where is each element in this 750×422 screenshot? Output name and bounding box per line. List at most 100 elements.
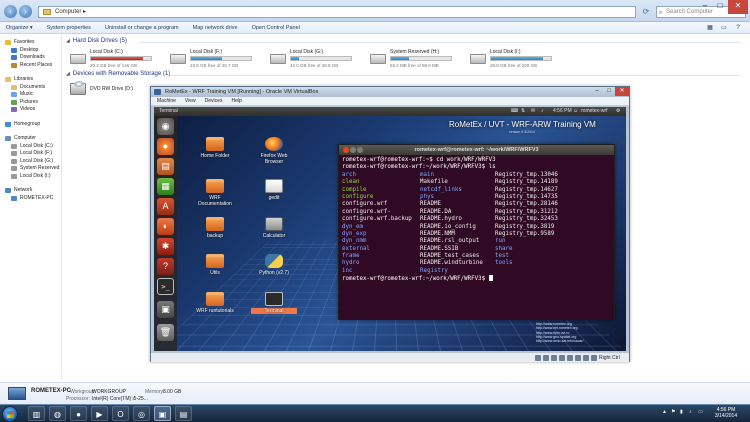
desktop-icon-firefox-web-browser[interactable]: Firefox Web Browser — [251, 137, 297, 165]
help-launcher-icon[interactable]: ? — [157, 258, 174, 275]
sidebar-item-local-disk-g[interactable]: Local Disk (G:) — [0, 158, 61, 166]
sidebar-item-recent-places[interactable]: Recent Places — [0, 62, 61, 70]
sidebar-item-videos[interactable]: Videos — [0, 106, 61, 114]
ubuntu-one-icon[interactable]: ◐ — [157, 218, 174, 235]
hdd-status-icon[interactable] — [535, 355, 541, 361]
firefox-taskbar-icon[interactable]: ● — [70, 406, 87, 421]
power-gear-icon[interactable]: ⚙ — [616, 108, 622, 114]
address-bar[interactable]: Computer ▸ — [38, 6, 636, 18]
trash-icon[interactable]: 🗑 — [157, 324, 174, 341]
system-properties-button[interactable]: System properties — [47, 25, 91, 31]
maximize-button[interactable]: □ — [713, 0, 727, 14]
vbox-minimize-button[interactable]: – — [591, 87, 603, 96]
terminal-minimize-button[interactable] — [350, 147, 356, 153]
sidebar-item-local-disk-i[interactable]: Local Disk (I:) — [0, 173, 61, 181]
menu-machine[interactable]: Machine — [157, 97, 176, 105]
sidebar-item-music[interactable]: Music — [0, 91, 61, 99]
view-options-icon[interactable]: ▦ — [706, 24, 714, 32]
sidebar-item-pictures[interactable]: Pictures — [0, 99, 61, 107]
terminal-output[interactable]: rometex-wrf@rometex-wrf:~$ cd work/WRF/W… — [339, 155, 614, 320]
drive-item[interactable]: Local Disk (G:) 42.0 GB free of 48.8 GB — [270, 49, 360, 71]
virtualbox-taskbar-icon[interactable]: ▣ — [154, 406, 171, 421]
uninstall-program-button[interactable]: Uninstall or change a program — [105, 25, 179, 31]
drive-item[interactable]: System Reserved (H:) 69.2 MB free of 99.0… — [370, 49, 460, 71]
chrome-taskbar-icon[interactable]: ◍ — [49, 406, 66, 421]
workspace-switcher-icon[interactable]: ▣ — [157, 301, 174, 318]
sidebar-item-system-reserved-h[interactable]: System Reserved (H:) — [0, 165, 61, 173]
desktop-icon-terminal[interactable]: Terminal — [251, 292, 297, 314]
software-center-icon[interactable]: A — [157, 198, 174, 215]
usb-status-icon[interactable] — [551, 355, 557, 361]
virtualbox-window[interactable]: RoMetEx - WRF Training VM [Running] - Or… — [150, 86, 630, 362]
desktop-icon-gedit[interactable]: gedit — [251, 179, 297, 201]
keyboard-indicator-icon[interactable]: ⌨ — [511, 108, 518, 114]
show-hidden-icons-icon[interactable]: ▲ — [662, 409, 668, 415]
computer-taskbar-icon[interactable]: ▤ — [175, 406, 192, 421]
flag-tray-icon[interactable]: ⚑ — [671, 409, 677, 415]
terminal-maximize-button[interactable] — [357, 147, 363, 153]
settings-launcher-icon[interactable]: ✱ — [157, 238, 174, 255]
vbox-close-button[interactable]: ✕ — [615, 87, 629, 96]
desktop-icon-utils[interactable]: Utils — [192, 254, 238, 276]
media-player-taskbar-icon[interactable]: ▶ — [91, 406, 108, 421]
forward-button[interactable]: › — [19, 5, 32, 18]
mouse-status-icon[interactable] — [591, 355, 597, 361]
desktop-icon-backup[interactable]: backup — [192, 217, 238, 239]
drive-item[interactable]: Local Disk (C:) 20.2 GB free of 146 GB — [70, 49, 160, 71]
preview-pane-icon[interactable]: ▭ — [720, 24, 728, 32]
sidebar-item-documents[interactable]: Documents — [0, 84, 61, 92]
terminal-prompt-line[interactable]: rometex-wrf@rometex-wrf:~/work/WRF/WRFV3… — [342, 275, 611, 282]
opera-taskbar-icon[interactable]: O — [112, 406, 129, 421]
organize-button[interactable]: Organize ▾ — [6, 25, 33, 31]
start-button[interactable] — [2, 406, 18, 422]
minimize-button[interactable]: – — [698, 0, 712, 14]
optical-status-icon[interactable] — [543, 355, 549, 361]
hdd-group-header[interactable]: ◢ Hard Disk Drives (5) — [66, 38, 127, 44]
volume-indicator-icon[interactable]: ♪ — [541, 108, 547, 114]
browser-taskbar-icon[interactable]: ◎ — [133, 406, 150, 421]
dvd-drive[interactable]: DVD RW Drive (D:) — [70, 81, 133, 99]
files-launcher-icon[interactable]: ▤ — [157, 158, 174, 175]
open-control-panel-button[interactable]: Open Control Panel — [252, 25, 300, 31]
sidebar-item-local-disk-c[interactable]: Local Disk (C:) — [0, 143, 61, 151]
network-tray-icon[interactable]: ▮ — [680, 409, 686, 415]
shared-folders-icon[interactable] — [559, 355, 565, 361]
menu-view[interactable]: View — [185, 97, 196, 105]
explorer-taskbar-icon[interactable]: ▥ — [28, 406, 45, 421]
taskbar-clock[interactable]: 4:56 PM 3/14/2014 — [706, 407, 746, 419]
drive-item[interactable]: Local Disk (F:) 23.5 GB free of 48.7 GB — [170, 49, 260, 71]
desktop-icon-home-folder[interactable]: Home Folder — [192, 137, 238, 159]
vbox-maximize-button[interactable]: □ — [603, 87, 615, 96]
sidebar-item-computer[interactable]: Computer — [0, 135, 61, 143]
back-button[interactable]: ‹ — [4, 5, 17, 18]
display-status-icon[interactable] — [575, 355, 581, 361]
sidebar-item-libraries[interactable]: Libraries — [0, 76, 61, 84]
spreadsheet-launcher-icon[interactable]: ▦ — [157, 178, 174, 195]
desktop-icon-python-v2-7[interactable]: Python (v2.7) — [251, 254, 297, 276]
help-icon[interactable]: ? — [734, 24, 742, 32]
drive-item[interactable]: Local Disk (I:) 28.8 GB free of 200 GB — [470, 49, 560, 71]
firefox-launcher-icon[interactable]: ● — [157, 138, 174, 155]
terminal-launcher-icon[interactable]: >_ — [157, 278, 174, 295]
terminal-close-button[interactable] — [343, 147, 349, 153]
network-indicator-icon[interactable]: ⇅ — [521, 108, 527, 114]
desktop-icon-wrf-runtutorials[interactable]: WRF runtutorials — [192, 292, 238, 314]
guest-screen[interactable]: Terminal ⌨ ⇅ ✉ ♪ 4:56 PM ☺ rometex-wrf ⚙… — [154, 107, 626, 351]
sidebar-item-favorites[interactable]: Favorites — [0, 39, 61, 47]
removable-group-header[interactable]: ◢ Devices with Removable Storage (1) — [66, 71, 170, 77]
map-network-drive-button[interactable]: Map network drive — [193, 25, 238, 31]
desktop-icon-calculator[interactable]: Calculator — [251, 217, 297, 239]
volume-tray-icon[interactable]: ♪ — [689, 409, 695, 415]
guest-clock[interactable]: 4:56 PM — [553, 107, 572, 116]
refresh-icon[interactable]: ⟳ — [639, 6, 653, 18]
sidebar-item-local-disk-f[interactable]: Local Disk (F:) — [0, 150, 61, 158]
sidebar-item-homegroup[interactable]: Homegroup — [0, 121, 61, 129]
mail-indicator-icon[interactable]: ✉ — [531, 108, 537, 114]
dash-home-icon[interactable]: ◉ — [157, 118, 174, 135]
sidebar-item-downloads[interactable]: Downloads — [0, 54, 61, 62]
menu-help[interactable]: Help — [231, 97, 241, 105]
guest-user-name[interactable]: rometex-wrf — [581, 107, 607, 116]
desktop-icon-wrf-documentation[interactable]: WRF Documentation — [192, 179, 238, 207]
capture-status-icon[interactable] — [583, 355, 589, 361]
network-status-icon[interactable] — [567, 355, 573, 361]
